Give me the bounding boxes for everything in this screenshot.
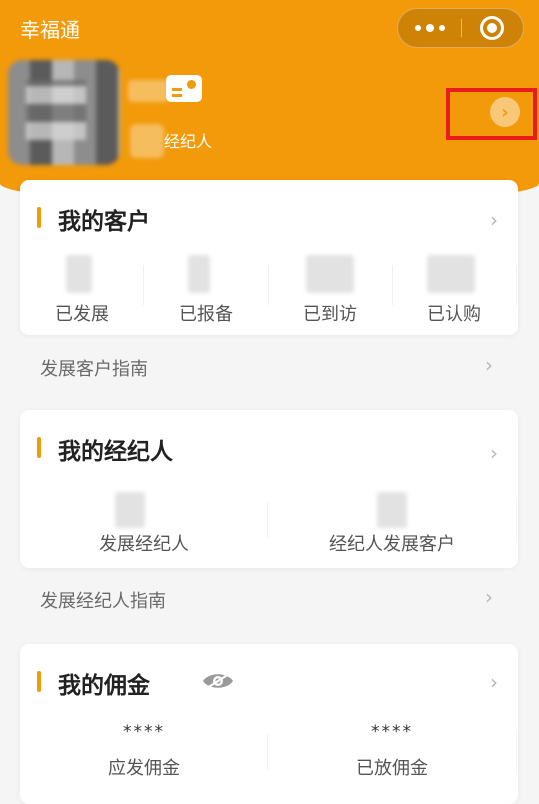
stat-label: 经纪人发展客户 <box>329 534 455 555</box>
count-redacted <box>66 255 92 293</box>
stat-label: 已放佣金 <box>356 758 428 779</box>
role-badge-redacted <box>130 124 164 158</box>
stat-developed-agents[interactable]: 发展经纪人 <box>20 530 268 556</box>
chevron-right-icon: › <box>485 585 493 609</box>
divider <box>268 265 269 305</box>
my-agents-card: 我的经纪人 › 发展经纪人 经纪人发展客户 <box>20 410 518 568</box>
miniprogram-capsule <box>397 8 524 48</box>
count-redacted <box>115 492 145 528</box>
divider <box>516 502 517 538</box>
agent-guide-label: 发展经纪人指南 <box>40 591 166 612</box>
user-name-redacted <box>128 80 168 102</box>
stat-label: 已发展 <box>55 304 109 325</box>
my-customers-chevron-icon[interactable]: › <box>490 208 498 232</box>
stat-visited[interactable]: 已到访 <box>268 300 392 326</box>
more-dots-icon[interactable] <box>398 9 461 47</box>
my-customers-card: 我的客户 › 已发展 已报备 已到访 已认购 <box>20 180 518 335</box>
stat-label: 发展经纪人 <box>99 534 189 555</box>
id-card-icon[interactable] <box>166 75 202 102</box>
stat-label: 已报备 <box>179 304 233 325</box>
count-redacted <box>306 255 354 293</box>
masked-value: **** <box>123 722 165 742</box>
eye-hide-icon[interactable] <box>202 671 234 691</box>
count-redacted <box>188 255 210 293</box>
my-agents-title: 我的经纪人 <box>58 439 173 465</box>
divider <box>516 265 517 305</box>
capsule-close-icon[interactable] <box>480 16 504 40</box>
stat-label: 已认购 <box>427 304 481 325</box>
count-redacted <box>377 492 407 528</box>
app-title: 幸福通 <box>20 18 80 42</box>
masked-value: **** <box>371 722 413 742</box>
title-accent-bar <box>37 437 41 458</box>
divider <box>143 265 144 305</box>
stat-label: 应发佣金 <box>108 758 180 779</box>
highlight-box <box>446 88 537 140</box>
customer-guide-row[interactable]: 发展客户指南 › <box>0 344 539 388</box>
stat-label: 已到访 <box>303 304 357 325</box>
my-commission-title: 我的佣金 <box>58 673 150 699</box>
role-label: 经纪人 <box>164 132 213 151</box>
stat-subscribed[interactable]: 已认购 <box>392 300 516 326</box>
customer-guide-label: 发展客户指南 <box>40 359 148 380</box>
stat-agent-customers[interactable]: 经纪人发展客户 <box>268 530 516 556</box>
avatar[interactable] <box>8 60 120 165</box>
agent-guide-row[interactable]: 发展经纪人指南 › <box>0 576 539 620</box>
divider <box>516 734 517 770</box>
stat-developed[interactable]: 已发展 <box>20 300 144 326</box>
stat-paid-commission[interactable]: **** 已放佣金 <box>268 722 516 780</box>
my-commission-card: 我的佣金 › **** 应发佣金 **** 已放佣金 <box>20 644 518 804</box>
my-customers-title: 我的客户 <box>58 209 150 235</box>
capsule-divider <box>461 19 462 37</box>
stat-registered[interactable]: 已报备 <box>144 300 268 326</box>
my-commission-chevron-icon[interactable]: › <box>490 670 498 694</box>
count-redacted <box>427 255 475 293</box>
divider <box>392 265 393 305</box>
chevron-right-icon: › <box>485 353 493 377</box>
title-accent-bar <box>37 671 41 692</box>
stat-payable-commission[interactable]: **** 应发佣金 <box>20 722 268 780</box>
my-agents-chevron-icon[interactable]: › <box>490 441 498 465</box>
title-accent-bar <box>37 207 41 228</box>
